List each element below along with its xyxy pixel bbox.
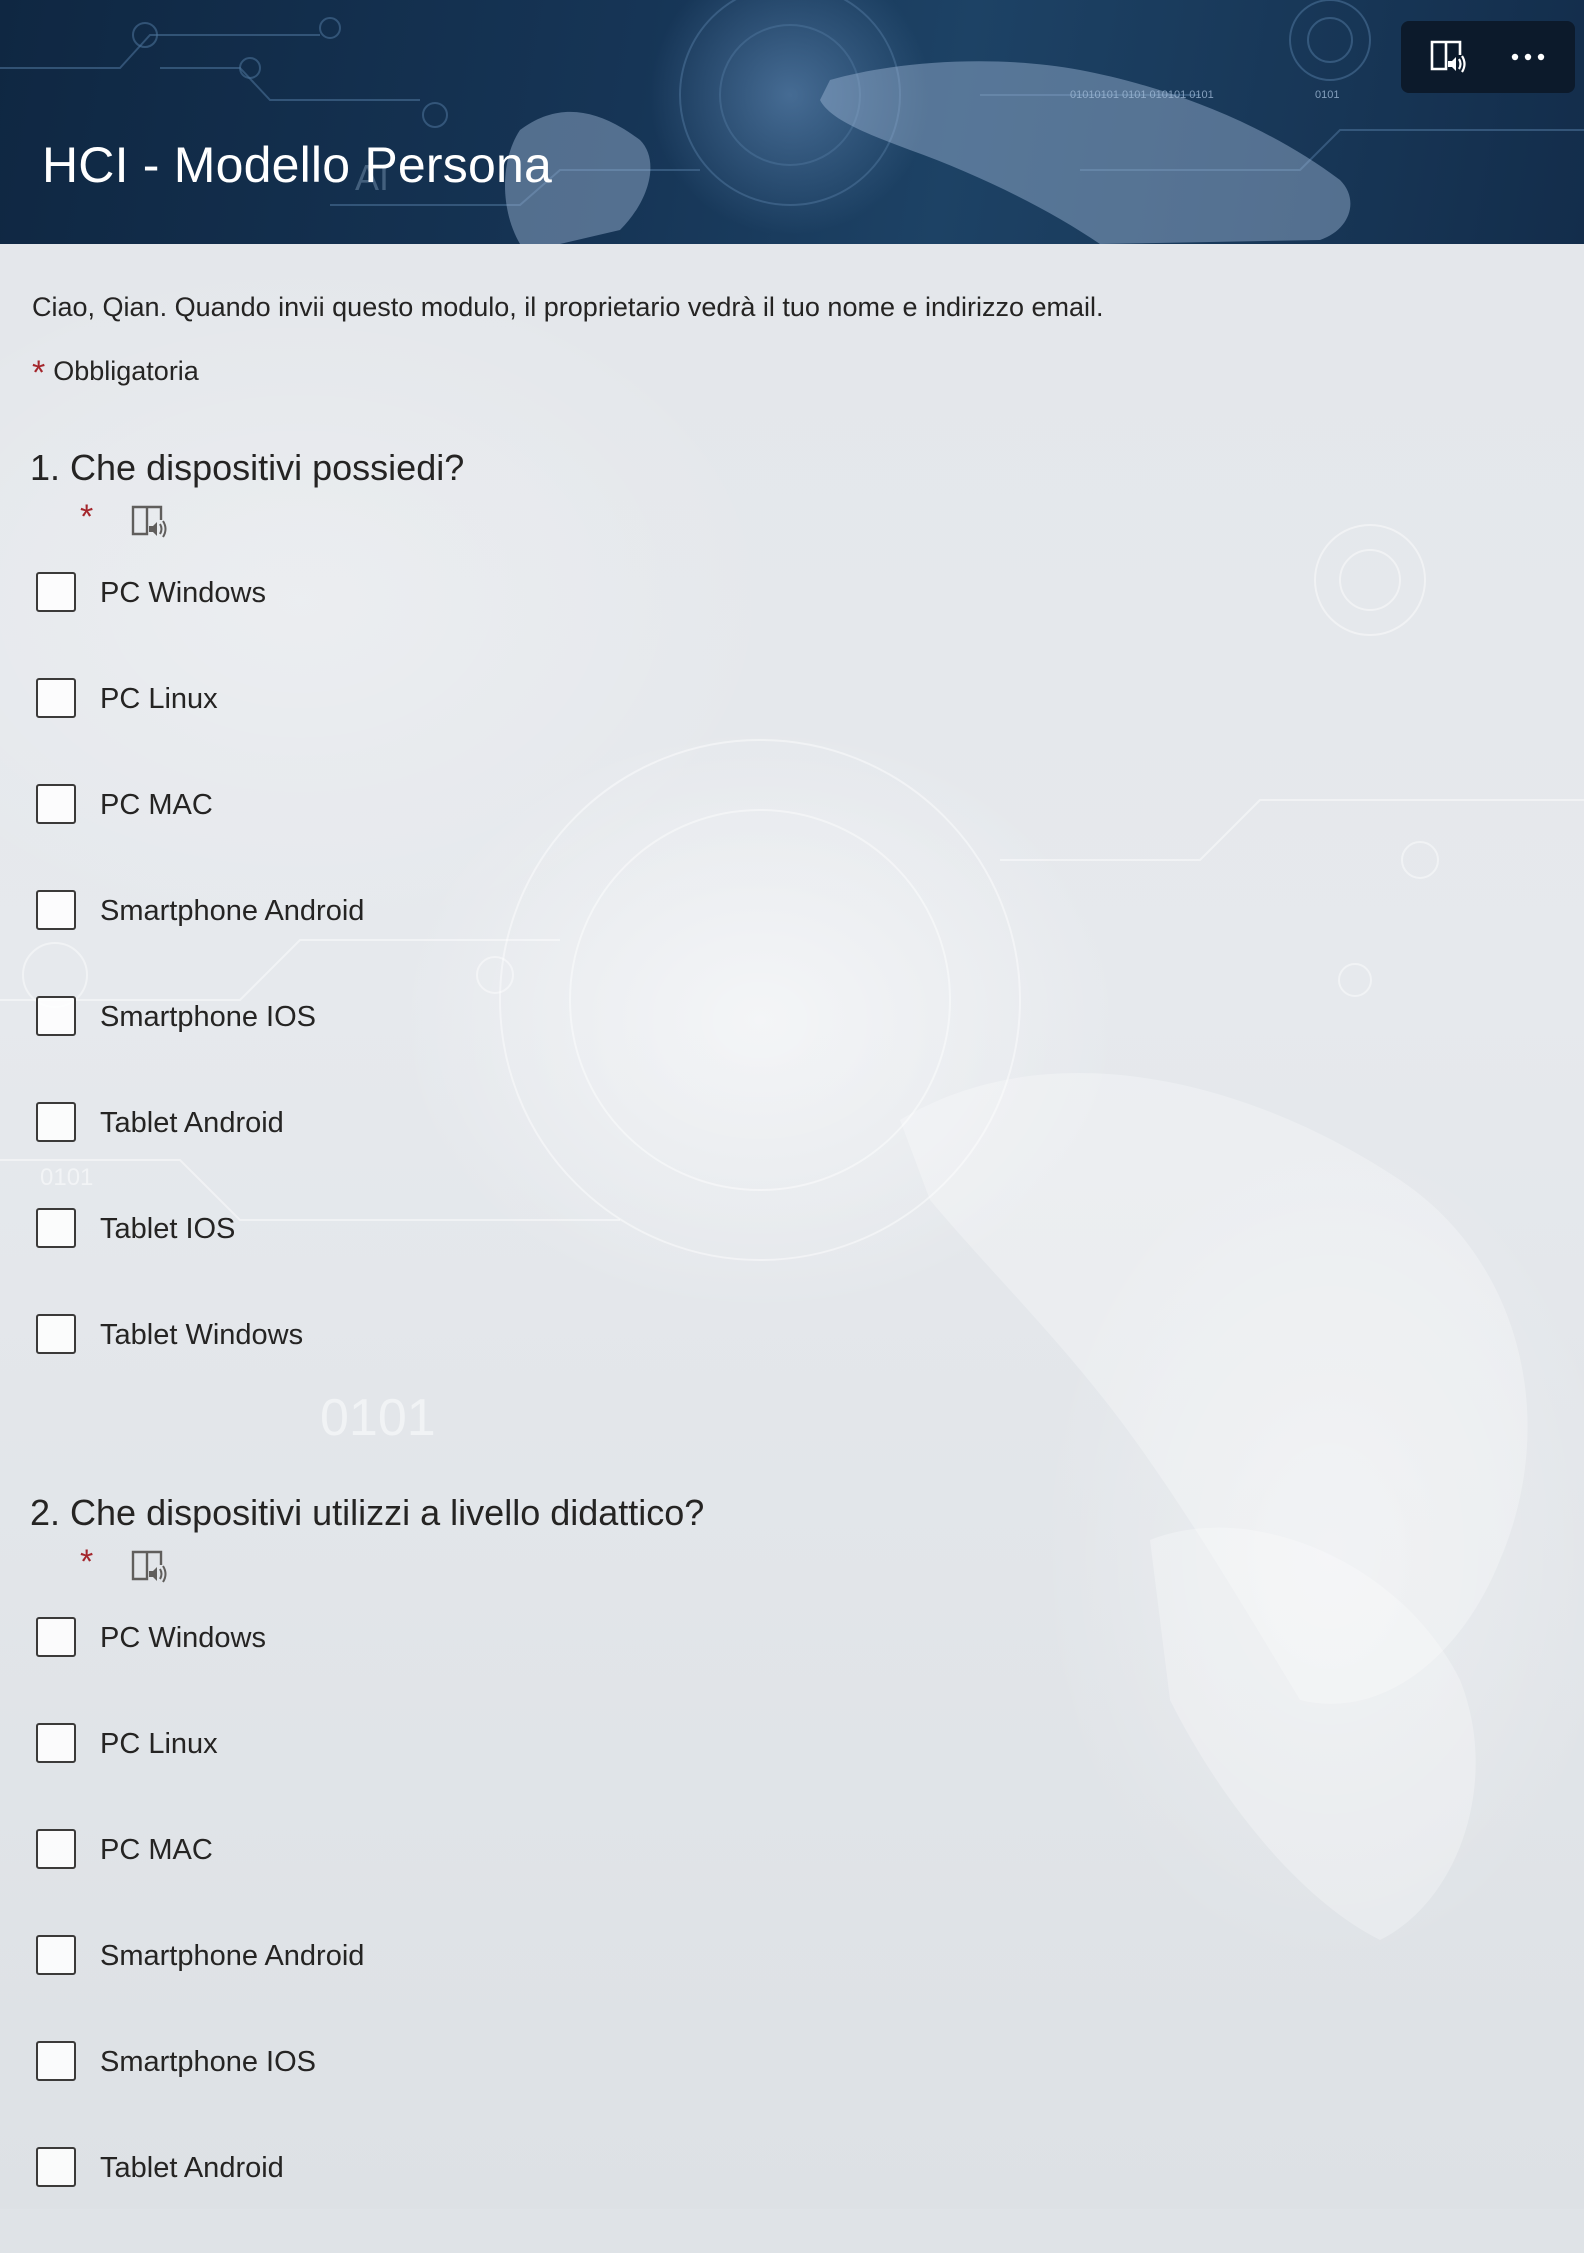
checkbox[interactable]	[36, 678, 76, 718]
option-smartphone-android[interactable]: Smartphone Android	[30, 1935, 1530, 2041]
option-pc-linux[interactable]: PC Linux	[30, 678, 1530, 784]
required-star: *	[32, 354, 46, 392]
option-label: PC Windows	[100, 577, 266, 609]
options-list: PC Windows PC Linux PC MAC Smartphone An…	[30, 572, 1530, 1420]
svg-text:01010101 0101 010101 0101: 01010101 0101 010101 0101	[1070, 89, 1214, 101]
option-smartphone-ios[interactable]: Smartphone IOS	[30, 2041, 1530, 2147]
options-list: PC Windows PC Linux PC MAC Smartphone An…	[30, 1617, 1530, 2253]
option-label: Tablet Android	[100, 2152, 284, 2184]
checkbox[interactable]	[36, 1102, 76, 1142]
option-pc-mac[interactable]: PC MAC	[30, 784, 1530, 890]
question-title: 1. Che dispositivi possiedi?	[30, 444, 1530, 492]
checkbox[interactable]	[36, 1314, 76, 1354]
svg-text:0101: 0101	[1315, 89, 1339, 101]
option-label: PC Linux	[100, 1728, 218, 1760]
checkbox[interactable]	[36, 996, 76, 1036]
option-label: Tablet IOS	[100, 1213, 236, 1245]
checkbox[interactable]	[36, 784, 76, 824]
option-tablet-windows[interactable]: Tablet Windows	[30, 1314, 1530, 1420]
respondent-notice: Ciao, Qian. Quando invii questo modulo, …	[32, 292, 1104, 322]
option-pc-mac[interactable]: PC MAC	[30, 1829, 1530, 1935]
checkbox[interactable]	[36, 2041, 76, 2081]
more-options-button[interactable]	[1496, 29, 1560, 85]
form-header: 01010101 0101 010101 0101 0101 AI HCI - …	[0, 0, 1584, 244]
immersive-reader-icon	[1430, 40, 1466, 73]
required-legend-label: Obbligatoria	[53, 356, 199, 386]
header-toolbar	[1401, 21, 1575, 93]
checkbox[interactable]	[36, 1208, 76, 1248]
more-options-icon	[1511, 53, 1544, 61]
option-label: Smartphone Android	[100, 1940, 365, 1972]
question-reader-button[interactable]	[130, 504, 170, 545]
immersive-reader-button[interactable]	[1417, 29, 1481, 85]
option-label: PC Linux	[100, 683, 218, 715]
option-label: PC MAC	[100, 1834, 213, 1866]
option-label: PC Windows	[100, 1622, 266, 1654]
question-text: Che dispositivi utilizzi a livello didat…	[70, 1492, 705, 1533]
option-label: Smartphone IOS	[100, 2046, 316, 2078]
option-smartphone-android[interactable]: Smartphone Android	[30, 890, 1530, 996]
question-1: 1. Che dispositivi possiedi? * PC Windows…	[30, 444, 1530, 1420]
checkbox[interactable]	[36, 1617, 76, 1657]
option-tablet-android[interactable]: Tablet Android	[30, 1102, 1530, 1208]
option-label: Smartphone IOS	[100, 1001, 316, 1033]
header-banner-image: 01010101 0101 010101 0101 0101 AI	[0, 0, 1584, 244]
required-star: *	[80, 498, 94, 536]
option-label: Tablet Android	[100, 1107, 284, 1139]
option-tablet-ios[interactable]: Tablet IOS	[30, 1208, 1530, 1314]
question-title: 2. Che dispositivi utilizzi a livello did…	[30, 1489, 1530, 1537]
checkbox[interactable]	[36, 890, 76, 930]
checkbox[interactable]	[36, 1829, 76, 1869]
checkbox[interactable]	[36, 1723, 76, 1763]
question-reader-button[interactable]	[130, 1549, 170, 1590]
question-number: 2.	[30, 1492, 61, 1533]
question-meta: *	[30, 496, 1530, 548]
question-number: 1.	[30, 447, 61, 488]
checkbox[interactable]	[36, 572, 76, 612]
immersive-reader-icon	[131, 1550, 167, 1583]
checkbox[interactable]	[36, 2147, 76, 2187]
option-label: Smartphone Android	[100, 895, 365, 927]
immersive-reader-icon	[131, 505, 167, 538]
question-2: 2. Che dispositivi utilizzi a livello did…	[30, 1489, 1530, 2253]
option-smartphone-ios[interactable]: Smartphone IOS	[30, 996, 1530, 1102]
question-meta: *	[30, 1541, 1530, 1593]
required-legend: * Obbligatoria	[32, 350, 199, 392]
checkbox[interactable]	[36, 1935, 76, 1975]
required-star: *	[80, 1543, 94, 1581]
option-pc-windows[interactable]: PC Windows	[30, 1617, 1530, 1723]
form-title: HCI - Modello Persona	[42, 137, 552, 193]
option-tablet-android[interactable]: Tablet Android	[30, 2147, 1530, 2253]
option-label: PC MAC	[100, 789, 213, 821]
option-label: Tablet Windows	[100, 1319, 304, 1351]
option-pc-linux[interactable]: PC Linux	[30, 1723, 1530, 1829]
option-pc-windows[interactable]: PC Windows	[30, 572, 1530, 678]
question-text: Che dispositivi possiedi?	[70, 447, 465, 488]
